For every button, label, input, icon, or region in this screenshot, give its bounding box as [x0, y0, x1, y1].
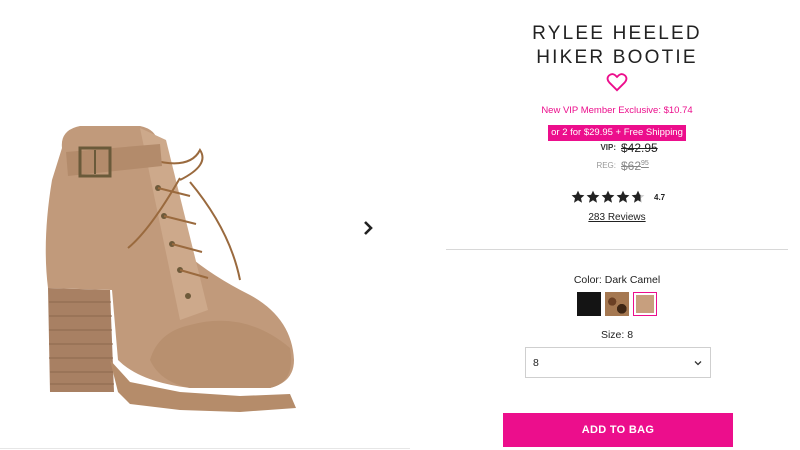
- heart-outline-icon[interactable]: [606, 72, 628, 92]
- section-divider: [446, 249, 788, 250]
- regular-price-label: REG:: [596, 161, 616, 170]
- product-title-line-1: RYLEE HEELED: [532, 23, 702, 44]
- size-select-value: 8: [533, 357, 539, 369]
- chevron-down-icon: [694, 361, 702, 366]
- product-image-gallery: [0, 0, 410, 450]
- chevron-right-icon[interactable]: [358, 218, 378, 238]
- star-icon: [616, 190, 630, 203]
- rating-stars: [571, 190, 646, 204]
- product-details-panel: RYLEE HEELED HIKER BOOTIE New VIP Member…: [446, 0, 788, 450]
- color-swatch-dark-camel[interactable]: [633, 292, 657, 316]
- star-icon: [571, 190, 585, 203]
- regular-price: $6295: [621, 159, 649, 173]
- vip-price: $42.95: [621, 141, 658, 155]
- product-image: [45, 126, 296, 412]
- star-icon: [601, 190, 615, 203]
- product-title: RYLEE HEELED HIKER BOOTIE: [446, 22, 788, 70]
- promo-badge: or 2 for $29.95 + Free Shipping: [548, 125, 686, 141]
- color-swatch-black[interactable]: [577, 292, 601, 316]
- star-icon: [586, 190, 600, 203]
- color-label: Color: Dark Camel: [573, 274, 661, 286]
- product-rating: 4.7: [571, 189, 665, 205]
- rating-value: 4.7: [654, 192, 666, 202]
- vip-exclusive-price: New VIP Member Exclusive: $10.74: [541, 105, 693, 116]
- star-icon: [631, 190, 645, 203]
- gallery-bottom-border: [0, 448, 410, 449]
- size-select[interactable]: 8: [525, 347, 711, 378]
- add-to-bag-button[interactable]: ADD TO BAG: [503, 413, 733, 447]
- product-title-line-2: HIKER BOOTIE: [536, 47, 698, 68]
- reviews-link[interactable]: 283 Reviews: [446, 212, 788, 223]
- vip-price-label: VIP:: [600, 143, 616, 152]
- size-label: Size: 8: [600, 329, 634, 341]
- color-swatch-leopard[interactable]: [605, 292, 629, 316]
